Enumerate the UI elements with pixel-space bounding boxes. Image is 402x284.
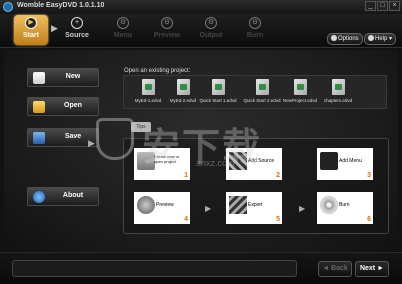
tab-menu[interactable]: ⚙ Menu xyxy=(106,15,140,45)
step-toolbar: ▶ Start ▶ + Source ⚙ Menu ⚙ Preview ⚙ Ou… xyxy=(0,14,402,48)
options-icon xyxy=(331,35,337,41)
project-file-icon xyxy=(332,79,345,95)
tab-output[interactable]: ⚙ Output xyxy=(194,15,228,45)
open-button-label: Open xyxy=(64,102,82,109)
open-button[interactable]: Open xyxy=(27,97,99,116)
new-button[interactable]: New xyxy=(27,68,99,87)
task-card-3[interactable]: Add Menu 3 xyxy=(317,148,373,180)
project-file-icon xyxy=(177,79,190,95)
tab-source[interactable]: + Source xyxy=(60,15,94,45)
tab-preview[interactable]: ⚙ Preview xyxy=(150,15,184,45)
gear-icon: ⚙ xyxy=(205,17,217,29)
recent-project-item[interactable]: NewProject.edvd xyxy=(282,77,318,109)
project-file-icon xyxy=(256,79,269,95)
tips-badge[interactable]: Tips xyxy=(131,122,151,132)
recent-project-item[interactable]: chapters.edvd xyxy=(320,77,356,109)
tab-source-label: Source xyxy=(65,32,89,39)
title-bar: Womble EasyDVD 1.0.1.10 _ □ × xyxy=(0,0,402,14)
disc-icon xyxy=(320,196,338,214)
task-number: 2 xyxy=(276,172,280,179)
project-file-icon xyxy=(212,79,225,95)
menu-icon xyxy=(320,152,338,170)
task-card-1[interactable]: Create new or open project 1 xyxy=(134,148,190,180)
minimize-icon[interactable]: _ xyxy=(365,1,376,11)
new-document-icon xyxy=(33,72,45,84)
app-logo-icon xyxy=(3,2,13,12)
recent-project-item[interactable]: Quick Start 2.edvd xyxy=(243,77,281,109)
about-button-label: About xyxy=(62,192,84,199)
recent-project-item[interactable]: MyEd-1.edvd xyxy=(130,77,166,109)
task-number: 3 xyxy=(367,172,371,179)
gear-icon: ⚙ xyxy=(117,17,129,29)
step-arrow-icon: ▶ xyxy=(51,23,58,33)
maximize-icon[interactable]: □ xyxy=(377,1,388,11)
tab-start[interactable]: ▶ Start xyxy=(14,15,48,45)
next-button[interactable]: Next ► xyxy=(355,261,389,277)
help-button[interactable]: Help ▾ xyxy=(364,33,397,45)
help-icon xyxy=(368,35,374,41)
app-window: Womble EasyDVD 1.0.1.10 _ □ × ▶ Start ▶ … xyxy=(0,0,402,284)
task-label: Create new or open project xyxy=(154,154,180,164)
play-icon: ▶ xyxy=(25,17,37,29)
task-label: Add Menu xyxy=(339,158,362,164)
tab-menu-label: Menu xyxy=(113,32,133,39)
tab-output-label: Output xyxy=(199,32,223,39)
task-card-5[interactable]: Export 5 xyxy=(226,192,282,224)
gear-icon: ⚙ xyxy=(249,17,261,29)
new-button-label: New xyxy=(65,73,81,80)
status-field xyxy=(12,260,297,277)
task-number: 6 xyxy=(367,216,371,223)
back-button[interactable]: ◄ Back xyxy=(318,261,352,277)
floppy-disk-icon xyxy=(33,132,45,144)
about-globe-icon xyxy=(33,191,45,203)
help-label: Help xyxy=(375,36,388,42)
export-icon xyxy=(229,196,247,214)
recent-project-item[interactable]: MyEd-2.edvd xyxy=(165,77,201,109)
project-file-icon xyxy=(142,79,155,95)
close-icon[interactable]: × xyxy=(389,1,400,11)
task-number: 1 xyxy=(184,172,188,179)
folder-icon xyxy=(33,101,45,113)
tab-burn[interactable]: ⚙ Burn xyxy=(238,15,272,45)
tab-preview-label: Preview xyxy=(153,32,181,39)
about-button[interactable]: About xyxy=(27,187,99,206)
tab-burn-label: Burn xyxy=(246,32,264,39)
task-label: Burn xyxy=(339,202,350,208)
plus-icon: + xyxy=(71,17,83,29)
task-label: Preview xyxy=(156,202,174,208)
options-label: Options xyxy=(338,36,359,42)
task-label: Export xyxy=(248,202,263,208)
task-arrow-icon: ▶ xyxy=(205,204,212,213)
task-card-6[interactable]: Burn 6 xyxy=(317,192,373,224)
film-icon xyxy=(229,152,247,170)
task-label: Add Source xyxy=(248,158,275,164)
gear-icon: ⚙ xyxy=(161,17,173,29)
recent-project-item[interactable]: Quick Start 1.edvd xyxy=(199,77,237,109)
bottom-bar: ◄ Back Next ► xyxy=(0,252,402,284)
task-card-2[interactable]: Add Source 2 xyxy=(226,148,282,180)
save-arrow-icon: ▶ xyxy=(88,138,95,148)
window-title: Womble EasyDVD 1.0.1.10 xyxy=(17,2,105,9)
task-number: 5 xyxy=(276,216,280,223)
recent-projects-label: Open an existing project: xyxy=(124,68,191,74)
options-button[interactable]: Options xyxy=(327,33,363,45)
task-number: 4 xyxy=(184,216,188,223)
recent-project-name: chapters.edvd xyxy=(323,98,353,103)
task-arrow-icon: ▶ xyxy=(299,204,306,213)
folder-icon xyxy=(137,152,155,170)
task-card-4[interactable]: Preview 4 xyxy=(134,192,190,224)
tab-start-label: Start xyxy=(23,32,39,39)
recent-project-name: Quick Start 1.edvd xyxy=(199,98,237,103)
project-file-icon xyxy=(294,79,307,95)
preview-icon xyxy=(137,196,155,214)
